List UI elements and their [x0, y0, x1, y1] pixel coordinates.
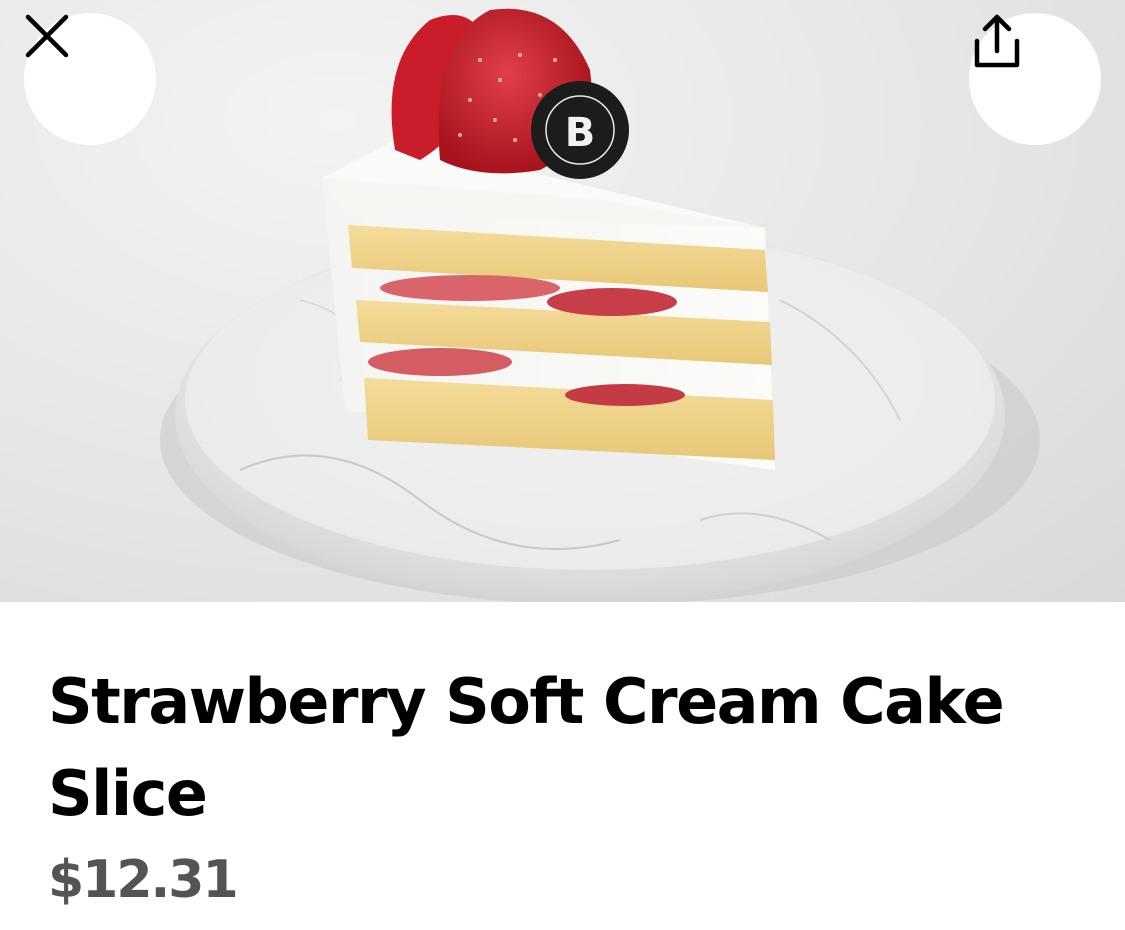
item-detail-screen: B Strawberry Soft Cream Cake Slice $12.3… [0, 0, 1125, 930]
item-details: Strawberry Soft Cream Cake Slice $12.31 [48, 656, 1078, 912]
item-title: Strawberry Soft Cream Cake Slice [48, 665, 1005, 830]
close-button[interactable] [24, 13, 156, 145]
badge-letter: B [565, 110, 596, 156]
close-icon [25, 14, 69, 58]
share-button[interactable] [969, 13, 1101, 145]
share-icon [974, 14, 1020, 68]
cake-illustration: B [160, 8, 1040, 602]
item-price: $12.31 [48, 850, 239, 910]
product-photo: B [0, 0, 1125, 602]
